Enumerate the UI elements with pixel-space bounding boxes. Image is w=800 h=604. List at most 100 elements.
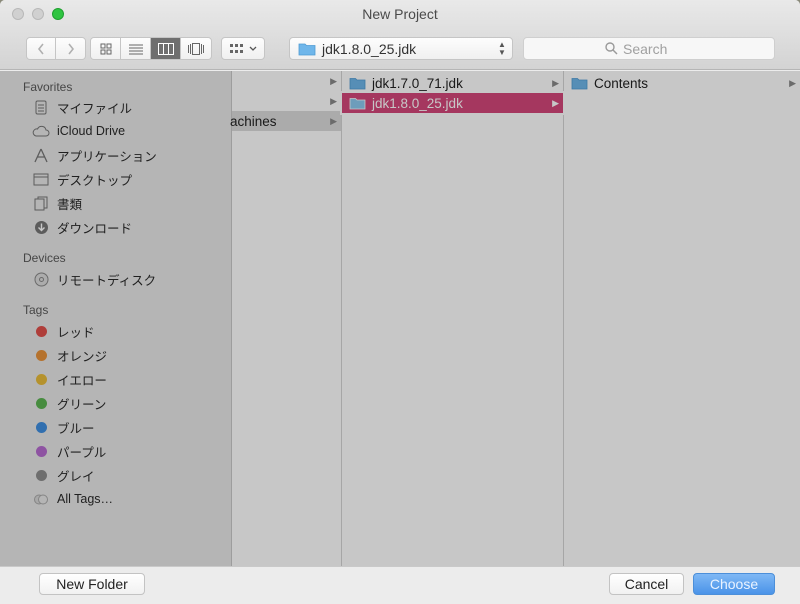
- cancel-button[interactable]: Cancel: [609, 573, 684, 595]
- folder-row-label: jdk1.8.0_25.jdk: [372, 95, 463, 111]
- sidebar-item-label: マイファイル: [57, 101, 133, 116]
- back-button[interactable]: [27, 38, 57, 59]
- dialog-window: New Project jdk1.8.0_25.jdk ▲ ▼ Search F…: [0, 0, 800, 604]
- disclosure-arrow-icon: ▶: [789, 77, 796, 88]
- sidebar-item-label: 書類: [57, 197, 83, 212]
- back-forward-control: [26, 37, 86, 60]
- view-mode-control: [90, 37, 212, 60]
- sidebar-item-label: デスクトップ: [57, 173, 133, 188]
- sidebar-item-icloud-drive[interactable]: iCloud Drive: [32, 121, 222, 141]
- column-view-button[interactable]: [151, 38, 182, 59]
- sidebar-item-desktop[interactable]: デスクトップ: [32, 169, 222, 189]
- column-row-label: achines: [230, 113, 277, 129]
- all-tags-icon: [32, 491, 50, 507]
- sidebar-item-label: イエロー: [57, 373, 107, 388]
- sidebar-item-label: レッド: [57, 325, 95, 340]
- sidebar-item-downloads[interactable]: ダウンロード: [32, 217, 222, 237]
- tag-color-dot-icon: [32, 347, 50, 363]
- sidebar-item-all-my-files[interactable]: マイファイル: [32, 97, 222, 117]
- column-row[interactable]: ▶: [232, 71, 341, 91]
- new-folder-button[interactable]: New Folder: [39, 573, 145, 595]
- tag-color-dot-icon: [32, 395, 50, 411]
- folder-row-label: jdk1.7.0_71.jdk: [372, 75, 463, 91]
- updown-arrows-icon: ▲ ▼: [498, 39, 506, 57]
- disclosure-arrow-icon: ▶: [330, 115, 337, 126]
- sidebar-item-label: ブルー: [57, 421, 95, 436]
- tags-header: Tags: [23, 303, 49, 317]
- column-row[interactable]: ▶: [232, 91, 341, 111]
- chevron-left-icon: [37, 43, 44, 54]
- disclosure-arrow-icon: ▶: [330, 95, 337, 106]
- remote-disc-icon: [32, 271, 50, 287]
- folder-row-jdk18-selected[interactable]: jdk1.8.0_25.jdk ▶: [340, 91, 565, 115]
- tag-color-dot-icon: [32, 323, 50, 339]
- titlebar: New Project jdk1.8.0_25.jdk ▲ ▼ Search: [0, 0, 800, 70]
- folder-icon: [349, 77, 366, 89]
- window-title: New Project: [362, 6, 438, 22]
- downloads-icon: [32, 219, 50, 235]
- search-input[interactable]: [623, 40, 693, 57]
- sidebar-tag-yellow[interactable]: イエロー: [32, 369, 222, 389]
- browser-column-2: jdk1.7.0_71.jdk ▶ jdk1.8.0_25.jdk ▶: [340, 71, 565, 566]
- folder-icon: [298, 43, 316, 55]
- column-view-icon: [157, 42, 174, 55]
- desktop-icon: [32, 171, 50, 187]
- tag-color-dot-icon: [32, 443, 50, 459]
- sidebar-item-label: iCloud Drive: [57, 124, 126, 138]
- folder-icon: [571, 77, 588, 89]
- search-field[interactable]: [523, 37, 775, 60]
- grid-arrange-icon: [230, 43, 243, 53]
- sidebar-tag-red[interactable]: レッド: [32, 321, 222, 341]
- sidebar-tag-green[interactable]: グリーン: [32, 393, 222, 413]
- documents-icon: [32, 195, 50, 211]
- browser-column-1: ▶ ▶ achines ▶: [230, 71, 342, 566]
- sidebar-item-applications[interactable]: アプリケーション: [32, 145, 222, 165]
- sidebar-item-remote-disc[interactable]: リモートディスク: [32, 269, 222, 289]
- sidebar-item-label: グレイ: [57, 469, 95, 484]
- icon-view-icon: [100, 43, 111, 54]
- sidebar-item-label: グリーン: [57, 397, 107, 412]
- sidebar-all-tags[interactable]: All Tags…: [32, 489, 222, 509]
- folder-row-label: Contents: [594, 75, 649, 91]
- chevron-down-icon: [249, 46, 257, 51]
- icon-view-button[interactable]: [91, 38, 122, 59]
- chevron-right-icon: [67, 43, 74, 54]
- sidebar-item-label: リモートディスク: [57, 273, 157, 288]
- sidebar-item-label: パープル: [57, 445, 107, 460]
- sidebar-item-documents[interactable]: 書類: [32, 193, 222, 213]
- tag-color-dot-icon: [32, 419, 50, 435]
- sidebar-tag-blue[interactable]: ブルー: [32, 417, 222, 437]
- sidebar-tag-gray[interactable]: グレイ: [32, 465, 222, 485]
- coverflow-view-button[interactable]: [181, 38, 211, 59]
- sidebar-tag-purple[interactable]: パープル: [32, 441, 222, 461]
- applications-icon: [32, 147, 50, 163]
- all-my-files-icon: [32, 99, 50, 115]
- cloud-icon: [32, 123, 50, 139]
- coverflow-view-icon: [188, 42, 205, 55]
- sidebar-item-label: アプリケーション: [57, 149, 157, 164]
- folder-row-jdk17[interactable]: jdk1.7.0_71.jdk ▶: [342, 73, 563, 93]
- list-view-icon: [128, 44, 143, 54]
- sidebar-item-label: All Tags…: [57, 492, 114, 506]
- disclosure-arrow-icon: ▶: [552, 77, 559, 88]
- list-view-button[interactable]: [121, 38, 152, 59]
- path-popup[interactable]: jdk1.8.0_25.jdk ▲ ▼: [289, 37, 513, 60]
- sidebar: Favorites マイファイル iCloud Drive アプリケーション デ…: [0, 71, 232, 566]
- search-icon: [605, 42, 618, 55]
- sidebar-item-label: オレンジ: [57, 349, 108, 364]
- tag-color-dot-icon: [32, 371, 50, 387]
- disclosure-arrow-icon: ▶: [552, 97, 559, 108]
- folder-icon: [349, 97, 366, 109]
- devices-header: Devices: [23, 251, 66, 265]
- sidebar-item-label: ダウンロード: [57, 221, 133, 236]
- tag-color-dot-icon: [32, 467, 50, 483]
- disclosure-arrow-icon: ▶: [330, 75, 337, 86]
- arrange-button[interactable]: [221, 37, 265, 60]
- sidebar-tag-orange[interactable]: オレンジ: [32, 345, 222, 365]
- browser-column-3: Contents ▶: [564, 71, 800, 566]
- choose-button[interactable]: Choose: [693, 573, 775, 595]
- favorites-header: Favorites: [23, 80, 73, 94]
- column-row-selected[interactable]: achines ▶: [230, 111, 341, 131]
- forward-button[interactable]: [56, 38, 85, 59]
- folder-row-contents[interactable]: Contents ▶: [564, 73, 800, 93]
